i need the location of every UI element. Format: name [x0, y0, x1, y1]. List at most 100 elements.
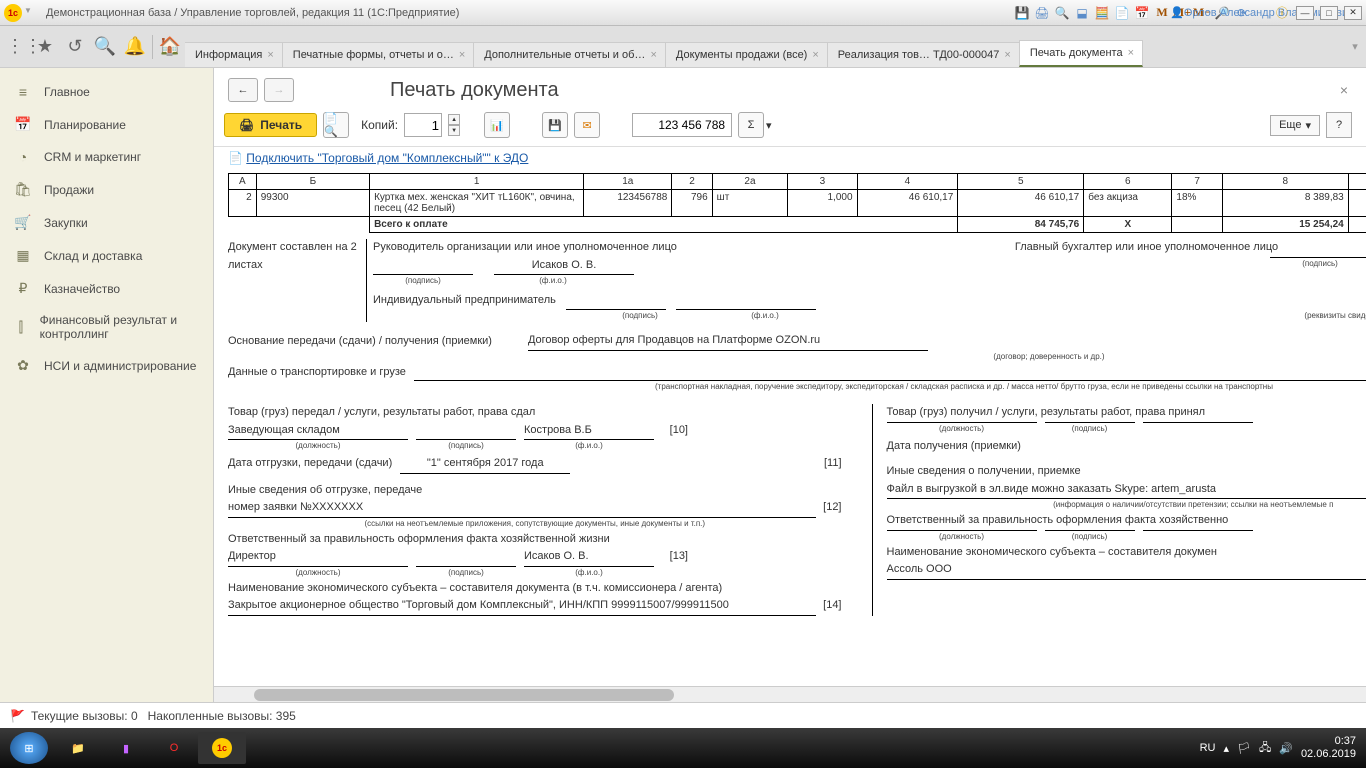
edit-table-button[interactable]: 📊: [484, 112, 510, 138]
label: Данные о транспортировке и грузе: [228, 364, 406, 382]
content: ← → Печать документа × 🖨Печать 📄🔍 Копий:…: [214, 68, 1366, 702]
sidebar-item-finance[interactable]: ⫿Финансовый результат и контроллинг: [0, 305, 213, 349]
explorer-icon[interactable]: 📁: [54, 732, 102, 764]
sum-button[interactable]: Σ: [738, 112, 764, 138]
status-bar: 🚩 Текущие вызовы: 0 Накопленные вызовы: …: [0, 702, 1366, 728]
preview-icon[interactable]: 🔍: [1054, 5, 1070, 21]
sidebar: ≡Главное 📅Планирование ◔CRM и маркетинг …: [0, 68, 214, 702]
lang-indicator[interactable]: RU: [1200, 742, 1216, 754]
dropdown-icon[interactable]: ▾: [766, 119, 772, 132]
sidebar-item-nsi[interactable]: ✿НСИ и администрирование: [0, 349, 213, 382]
minimize-button[interactable]: —: [1296, 6, 1314, 20]
apps-icon[interactable]: ⋮⋮⋮: [0, 32, 30, 62]
close-button[interactable]: ✕: [1344, 6, 1362, 20]
search-icon[interactable]: 🔍: [90, 32, 120, 62]
copies-down[interactable]: ▼: [448, 125, 460, 136]
save-button[interactable]: 💾: [542, 112, 568, 138]
compare-icon[interactable]: ⬓: [1074, 5, 1090, 21]
th-2a: 2а: [712, 174, 788, 190]
status-current: Текущие вызовы: 0: [31, 709, 138, 723]
status-accum: Накопленные вызовы: 395: [148, 709, 296, 723]
bell-icon[interactable]: 🔔: [120, 32, 150, 62]
forward-button[interactable]: →: [264, 78, 294, 102]
signer-value: Исаков О. В.: [494, 257, 634, 276]
tab-add-reports[interactable]: Дополнительные отчеты и об…×: [473, 42, 666, 67]
copies-up[interactable]: ▲: [448, 114, 460, 125]
calendar-icon: 📅: [14, 116, 32, 133]
print-button[interactable]: 🖨Печать: [224, 113, 317, 137]
doc-pages-label: Документ составлен на 2 листах: [228, 239, 358, 322]
help-button[interactable]: ?: [1326, 112, 1352, 138]
1c-icon[interactable]: 1c: [198, 732, 246, 764]
label: Индивидуальный предприниматель: [373, 292, 556, 310]
back-button[interactable]: ←: [228, 78, 258, 102]
more-button[interactable]: Еще ▾: [1270, 115, 1320, 136]
save-icon[interactable]: 💾: [1014, 5, 1030, 21]
main-toolbar: ⋮⋮⋮ ★ ↺ 🔍 🔔 🏠 Информация× Печатные формы…: [0, 26, 1366, 68]
sidebar-item-warehouse[interactable]: ▦Склад и доставка: [0, 239, 213, 272]
connect-edo-link[interactable]: Подключить "Торговый дом "Комплексный"" …: [246, 151, 528, 165]
star-icon[interactable]: ★: [30, 32, 60, 62]
printer-icon: 🖨: [239, 118, 254, 132]
user-icon[interactable]: 👤 Орлов Александр Владимирович: [1254, 5, 1270, 21]
sidebar-item-crm[interactable]: ◔CRM и маркетинг: [0, 141, 213, 173]
copies-label: Копий:: [361, 118, 398, 132]
close-page-button[interactable]: ×: [1336, 78, 1352, 102]
tray-up-icon[interactable]: ▴: [1223, 742, 1229, 755]
tab-print-doc[interactable]: Печать документа×: [1019, 40, 1143, 67]
grid-icon: ▦: [14, 247, 32, 264]
email-button[interactable]: ✉: [574, 112, 600, 138]
table-total-row: Всего к оплате 84 745,76 X 15 254,24 100…: [229, 217, 1366, 233]
flag-icon[interactable]: 🏳: [1237, 742, 1251, 755]
start-button[interactable]: ⊞: [10, 732, 48, 764]
tab-realization[interactable]: Реализация тов… ТД00-000047×: [827, 42, 1020, 67]
document-table: А Б 1 1а 2 2а 3 4 5 6 7 8 9 2 99300: [228, 173, 1366, 233]
sidebar-item-purchases[interactable]: 🛒Закупки: [0, 206, 213, 239]
sidebar-item-planning[interactable]: 📅Планирование: [0, 108, 213, 141]
calendar-icon[interactable]: 📅: [1134, 5, 1150, 21]
close-icon[interactable]: ×: [1004, 49, 1010, 61]
right-column: Товар (груз) получил / услуги, результат…: [872, 404, 1366, 616]
tab-sales-docs[interactable]: Документы продажи (все)×: [665, 42, 828, 67]
table-row: 2 99300 Куртка мех. женская "ХИТ тL160К"…: [229, 190, 1366, 217]
horizontal-scrollbar[interactable]: [214, 686, 1366, 702]
volume-icon[interactable]: 🔊: [1279, 742, 1293, 755]
maximize-button[interactable]: □: [1320, 6, 1338, 20]
tabs-dropdown-icon[interactable]: ▾: [1344, 40, 1366, 53]
left-column: Товар (груз) передал / услуги, результат…: [228, 404, 842, 616]
close-icon[interactable]: ×: [1128, 47, 1134, 59]
close-icon[interactable]: ×: [459, 49, 465, 61]
print-icon[interactable]: 🖨: [1034, 5, 1050, 21]
close-icon[interactable]: ×: [650, 49, 656, 61]
sidebar-item-treasury[interactable]: ₽Казначейство: [0, 272, 213, 305]
sidebar-item-main[interactable]: ≡Главное: [0, 76, 213, 108]
history-icon[interactable]: ↺: [60, 32, 90, 62]
copies-input[interactable]: [404, 113, 442, 137]
doc-toolbar: 🖨Печать 📄🔍 Копий: ▲▼ 📊 💾 ✉ Σ ▾ Еще ▾ ?: [214, 106, 1366, 147]
label: Руководитель организации или иное уполно…: [373, 241, 677, 253]
tab-print-forms[interactable]: Печатные формы, отчеты и о…×: [282, 42, 474, 67]
number-input[interactable]: [632, 113, 732, 137]
m-icon[interactable]: M: [1154, 5, 1170, 21]
close-icon[interactable]: ×: [812, 49, 818, 61]
preview-button[interactable]: 📄🔍: [323, 112, 349, 138]
calc-icon[interactable]: 🧮: [1094, 5, 1110, 21]
th-1: 1: [370, 174, 584, 190]
opera-icon[interactable]: O: [150, 732, 198, 764]
label: Главный бухгалтер или иное уполномоченно…: [793, 239, 1366, 257]
tab-info[interactable]: Информация×: [185, 42, 283, 67]
app-dropdown-icon[interactable]: ▼: [24, 6, 38, 20]
flag-icon: 🚩: [10, 709, 25, 723]
sidebar-item-sales[interactable]: 🛍Продажи: [0, 173, 213, 206]
info-icon[interactable]: ⓘ: [1274, 5, 1290, 21]
doc-icon[interactable]: 📄: [1114, 5, 1130, 21]
cart-icon: 🛒: [14, 214, 32, 231]
close-icon[interactable]: ×: [267, 49, 273, 61]
chart-icon: ⫿: [14, 319, 28, 336]
clock[interactable]: 0:37 02.06.2019: [1301, 735, 1356, 761]
home-icon[interactable]: 🏠: [155, 32, 185, 62]
th-7: 7: [1172, 174, 1222, 190]
network-icon[interactable]: 🖧: [1259, 739, 1271, 758]
app-icon[interactable]: ▮: [102, 732, 150, 764]
th-3: 3: [788, 174, 857, 190]
